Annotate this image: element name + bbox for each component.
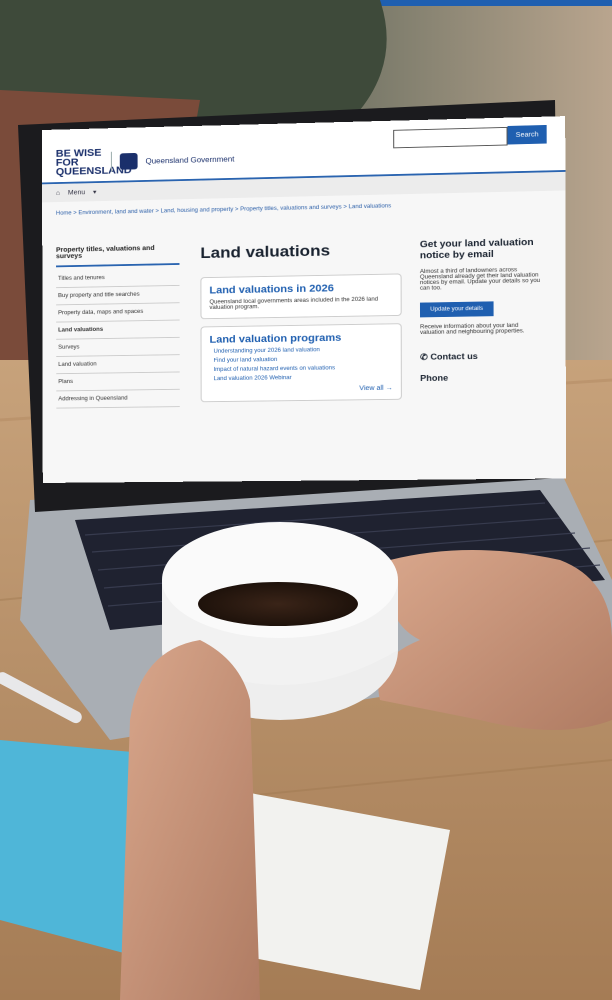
aside-panel: Get your land valuation notice by email … — [420, 237, 543, 383]
card-title[interactable]: Land valuation programs — [209, 332, 392, 345]
sidebar-item-plans[interactable]: Plans — [56, 372, 180, 392]
sidebar-item-land-valuation[interactable]: Land valuation — [56, 355, 180, 375]
logo-text-primary: BE WISE FOR QUEENSLAND — [55, 147, 132, 178]
logo-divider — [110, 151, 112, 172]
main-content: Land valuations Land valuations in 2026 … — [200, 240, 402, 409]
card-land-valuations-2026[interactable]: Land valuations in 2026 Queensland local… — [200, 273, 402, 320]
phone-icon: ✆ — [420, 352, 428, 362]
view-all-link[interactable]: View all → — [210, 385, 393, 394]
sidebar-nav: Property titles, valuations and surveys … — [55, 244, 180, 409]
card-link[interactable]: Land valuation 2026 Webinar — [214, 374, 393, 382]
card-land-valuation-programs: Land valuation programs Understanding yo… — [200, 323, 402, 403]
card-title[interactable]: Land valuations in 2026 — [209, 282, 392, 296]
qld-logo[interactable]: BE WISE FOR QUEENSLAND Queensland Govern… — [56, 145, 235, 177]
sidebar-item-land-valuations[interactable]: Land valuations — [56, 320, 180, 340]
sidebar-title: Property titles, valuations and surveys — [55, 244, 180, 268]
sidebar-item-surveys[interactable]: Surveys — [56, 337, 180, 357]
update-details-button[interactable]: Update your details — [419, 301, 494, 318]
menu-button[interactable]: Menu — [68, 189, 85, 196]
aside-body: Almost a third of landowners across Quee… — [419, 267, 541, 292]
search-input[interactable] — [393, 126, 508, 149]
arrow-right-icon: → — [385, 385, 393, 392]
view-all-label: View all — [359, 385, 384, 392]
left-hand — [120, 640, 260, 1000]
aside-note[interactable]: Receive information about your land valu… — [420, 323, 543, 336]
sidebar-item-addressing[interactable]: Addressing in Queensland — [56, 389, 180, 409]
crest-icon — [119, 152, 138, 170]
card-link[interactable]: Understanding your 2026 land valuation — [214, 346, 393, 355]
website-screen: BE WISE FOR QUEENSLAND Queensland Govern… — [42, 116, 567, 483]
sidebar-item-property-data[interactable]: Property data, maps and spaces — [56, 303, 180, 323]
search-button[interactable]: Search — [507, 124, 547, 145]
aside-heading: Get your land valuation notice by email — [419, 237, 534, 262]
card-body: Queensland local governments areas inclu… — [209, 296, 379, 311]
coffee-surface — [198, 582, 358, 626]
sidebar-item-buy-property[interactable]: Buy property and title searches — [56, 285, 180, 306]
page-title: Land valuations — [200, 241, 331, 262]
phone-heading: Phone — [420, 373, 449, 383]
chevron-down-icon: ▾ — [92, 189, 97, 196]
home-icon[interactable]: ⌂ — [56, 190, 60, 196]
card-link[interactable]: Find your land valuation — [214, 356, 393, 363]
logo-text-secondary: Queensland Government — [145, 154, 235, 166]
contact-label: Contact us — [430, 351, 478, 362]
contact-heading: ✆ Contact us — [420, 351, 543, 363]
card-link[interactable]: Impact of natural hazard events on valua… — [214, 365, 393, 373]
